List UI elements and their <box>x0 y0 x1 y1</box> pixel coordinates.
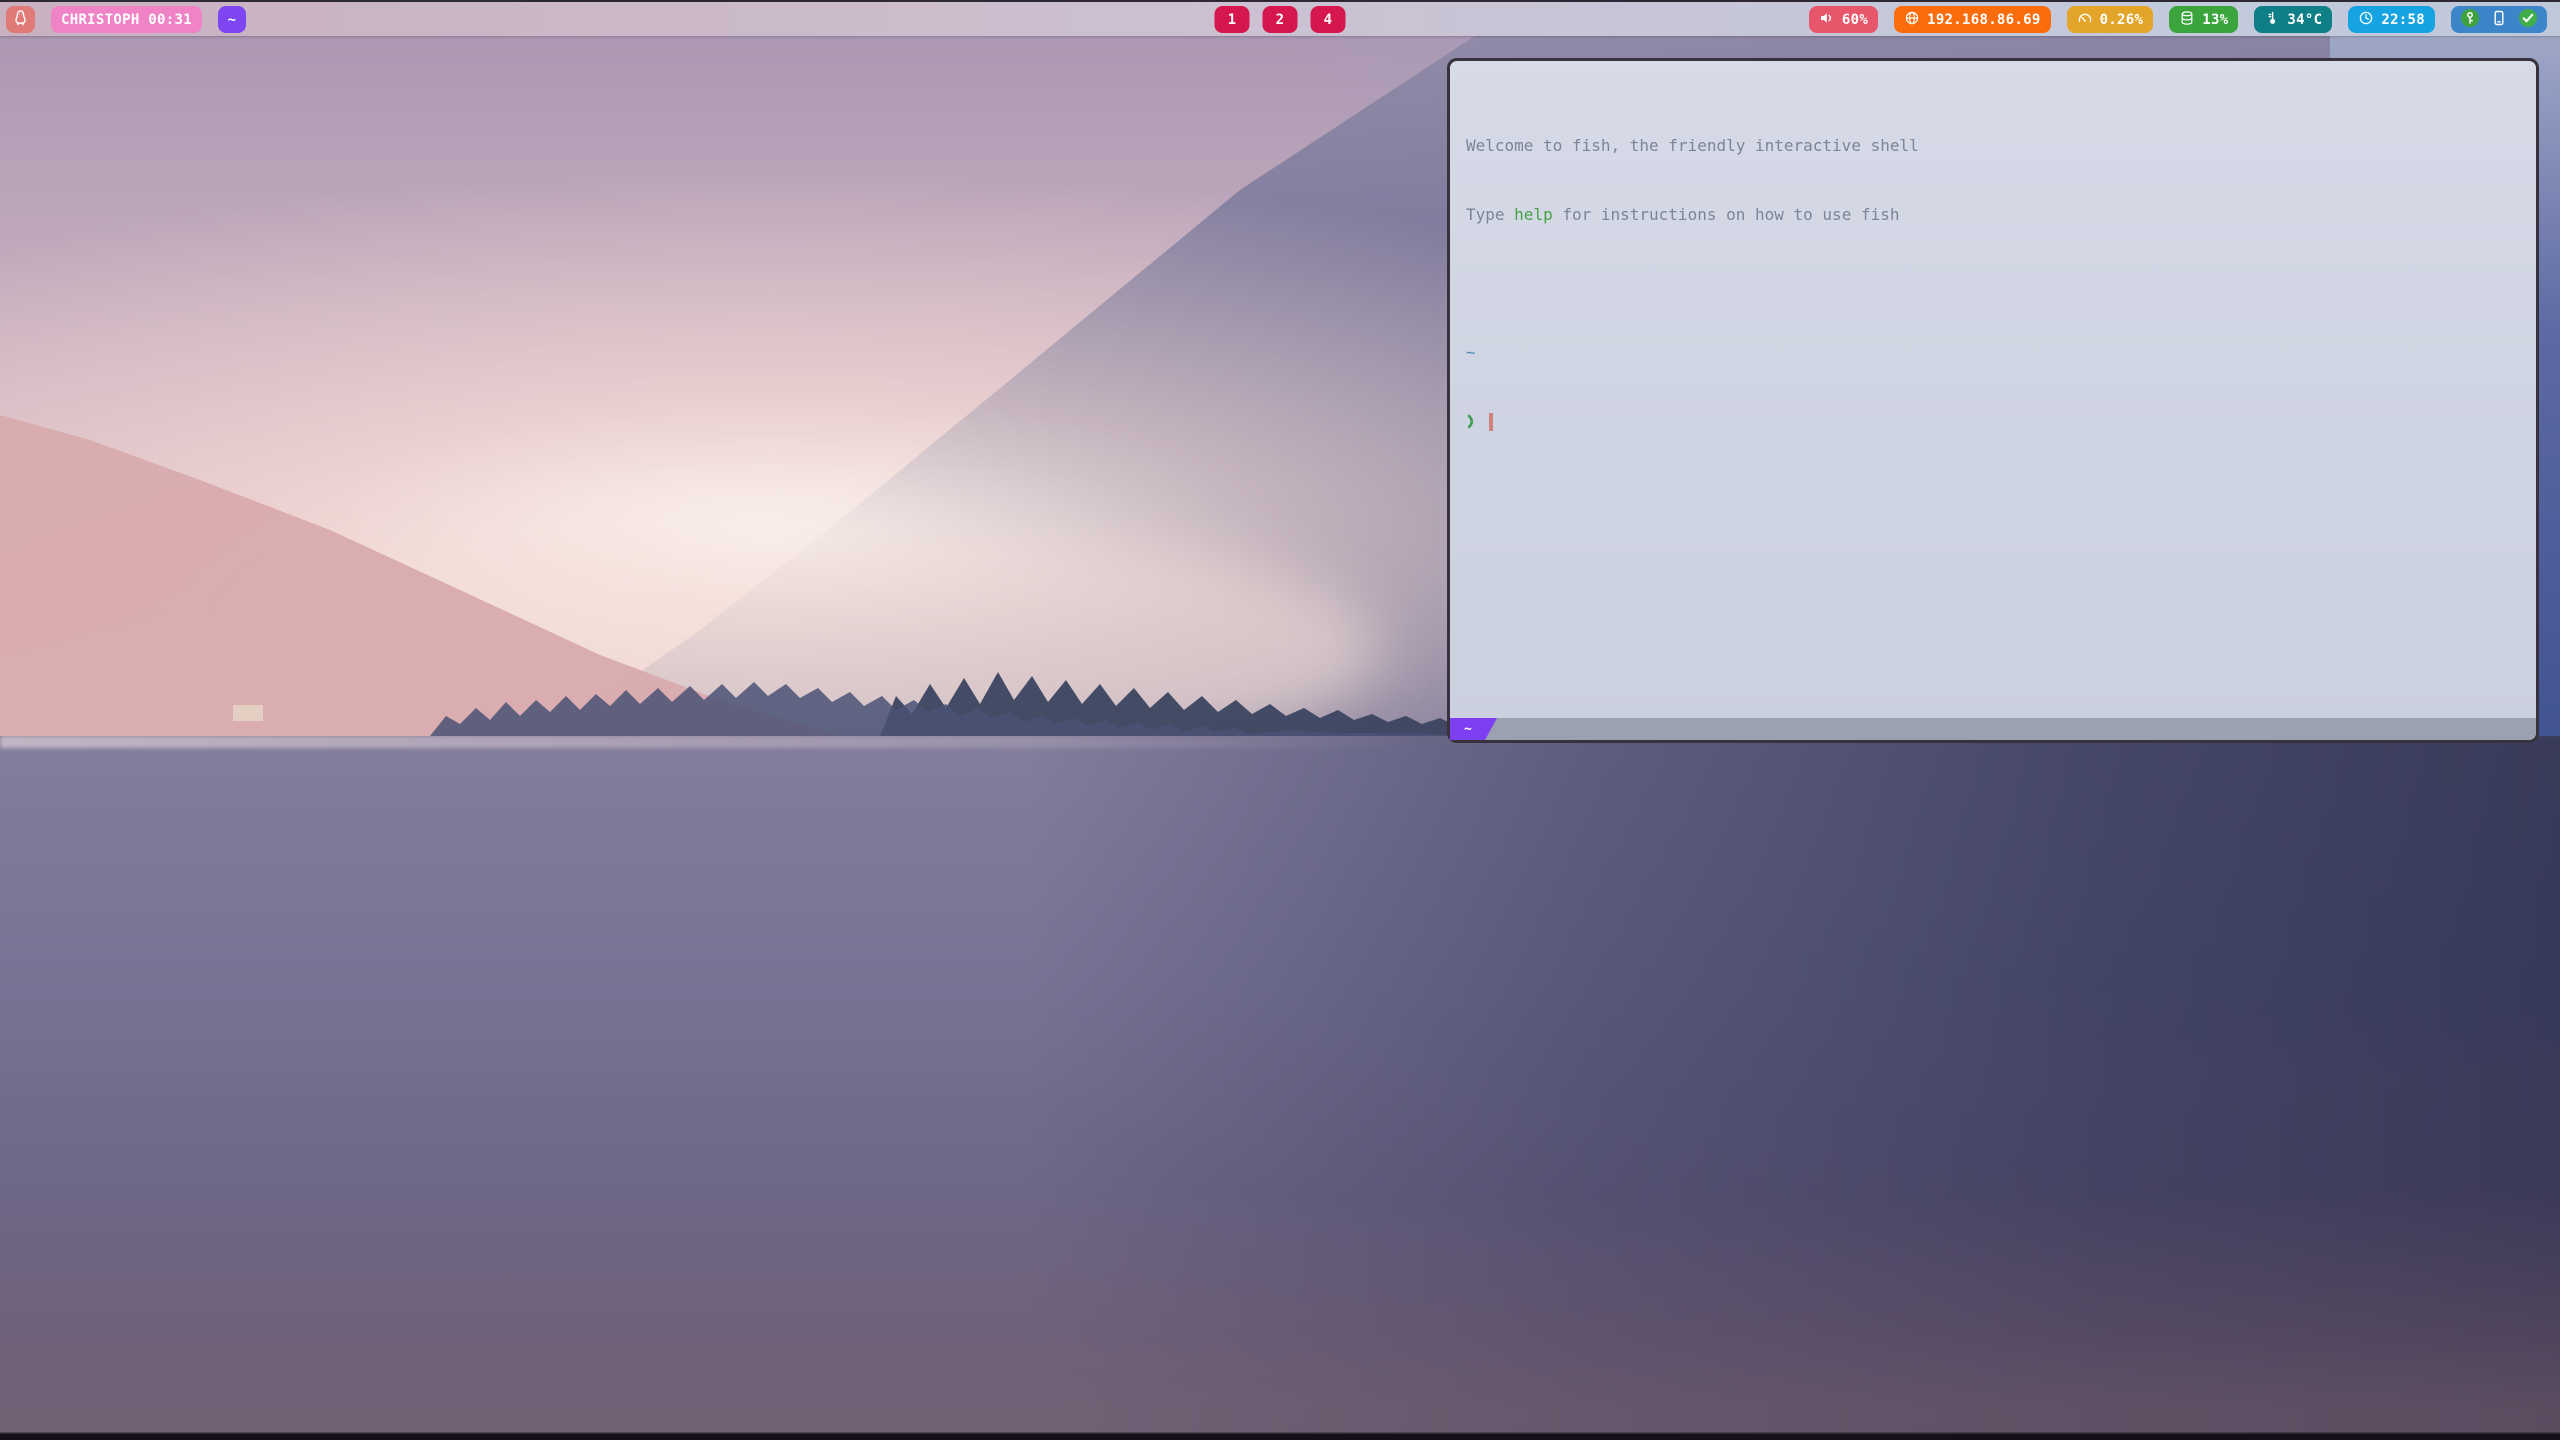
blank-line <box>1466 272 2522 295</box>
key-icon[interactable] <box>2460 8 2480 32</box>
cpu-load-value: 0.26% <box>2100 12 2144 28</box>
terminal-output[interactable]: Welcome to fish, the friendly interactiv… <box>1450 61 2536 718</box>
tmux-status-bar: ~ <box>1450 718 2536 740</box>
help-command-text: help <box>1514 205 1553 224</box>
tmux-session-label: ~ <box>1464 722 1472 737</box>
temperature-value: 34°C <box>2287 12 2322 28</box>
globe-icon <box>1904 10 1920 30</box>
volume-badge[interactable]: 60% <box>1809 6 1878 33</box>
text-cursor <box>1489 413 1493 431</box>
desktop: CHRISTOPH 00:31 ~ 1 2 4 <box>0 0 2560 1440</box>
database-icon <box>2179 10 2195 30</box>
tmux-session-segment[interactable]: ~ <box>1450 718 1497 740</box>
bar-right-modules: 60% 192.168.86.69 0.26% <box>1809 6 2547 33</box>
current-directory-label: ~ <box>228 12 237 28</box>
clock-icon <box>2358 10 2374 30</box>
terminal-window[interactable]: Welcome to fish, the friendly interactiv… <box>1447 58 2539 743</box>
system-tray <box>2451 6 2547 33</box>
workspace-switcher: 1 2 4 <box>1215 6 1346 33</box>
tux-linux-icon <box>12 9 29 30</box>
status-bar: CHRISTOPH 00:31 ~ 1 2 4 <box>0 0 2560 36</box>
cpu-load-badge: 0.26% <box>2067 6 2154 33</box>
bar-left-modules: CHRISTOPH 00:31 ~ <box>6 6 246 33</box>
clock-badge[interactable]: 22:58 <box>2348 6 2435 33</box>
session-uptime-badge: CHRISTOPH 00:31 <box>51 6 202 33</box>
fish-greeting-line2: Type help for instructions on how to use… <box>1466 203 2522 226</box>
prompt-input-line[interactable] <box>1466 410 2522 433</box>
network-ip-badge: 192.168.86.69 <box>1894 6 2050 33</box>
launcher-button[interactable] <box>6 6 35 33</box>
workspace-button-4[interactable]: 4 <box>1311 6 1346 33</box>
fish-greeting-line1: Welcome to fish, the friendly interactiv… <box>1466 134 2522 157</box>
clock-value: 22:58 <box>2381 12 2425 28</box>
wallpaper-lake-reflection <box>0 736 2560 1440</box>
thermometer-icon <box>2264 10 2280 30</box>
gauge-icon <box>2077 10 2093 30</box>
temperature-badge: 34°C <box>2254 6 2332 33</box>
check-icon[interactable] <box>2518 8 2538 32</box>
prompt-path: ~ <box>1466 341 2522 364</box>
speaker-icon <box>1819 10 1835 30</box>
phone-icon[interactable] <box>2490 9 2508 31</box>
memory-badge: 13% <box>2169 6 2238 33</box>
current-directory-badge: ~ <box>218 6 246 33</box>
workspace-button-1[interactable]: 1 <box>1215 6 1250 33</box>
workspace-button-2[interactable]: 2 <box>1263 6 1298 33</box>
volume-value: 60% <box>1842 12 1868 28</box>
session-uptime-label: CHRISTOPH 00:31 <box>61 12 192 28</box>
memory-value: 13% <box>2202 12 2228 28</box>
prompt-chevron-icon <box>1466 412 1480 432</box>
ip-address: 192.168.86.69 <box>1927 12 2040 28</box>
